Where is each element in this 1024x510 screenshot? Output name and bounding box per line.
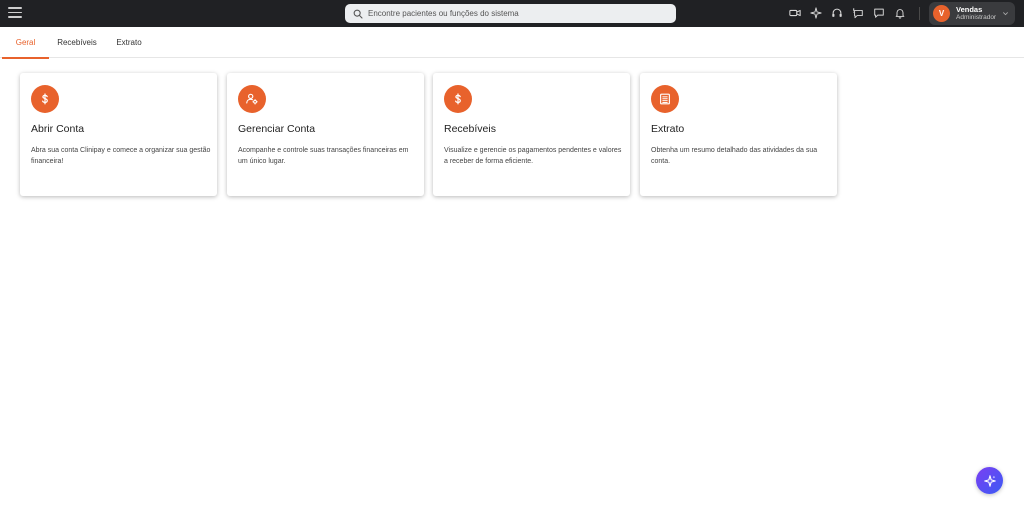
sparkle-assistant-icon [983,474,996,487]
assistant-fab-button[interactable] [976,467,1003,494]
video-camera-icon[interactable] [788,6,802,20]
hamburger-menu-icon[interactable] [8,7,22,20]
chevron-down-icon [1003,12,1008,16]
dollar-icon [31,85,59,113]
card-title: Extrato [651,123,685,135]
user-settings-icon [238,85,266,113]
avatar: V [933,5,950,22]
card-description: Obtenha um resumo detalhado das atividad… [651,147,818,165]
card-title: Recebíveis [444,123,496,135]
card-title: Gerenciar Conta [238,123,316,135]
chat-alert-icon[interactable] [851,6,865,20]
search-bar[interactable] [345,4,676,23]
top-bar: V Vendas Administrador [0,0,1024,27]
card-description: Abra sua conta Clinipay e comece a organ… [31,147,211,165]
headset-icon[interactable] [830,6,844,20]
user-info: Vendas Administrador [956,4,997,22]
card-abrir-conta[interactable]: Abrir Conta Abra sua conta Clinipay e co… [20,73,217,196]
card-title: Abrir Conta [31,123,85,135]
top-icon-group [788,6,914,20]
user-role: Administrador [956,14,997,21]
tab-bar: Geral Recebíveis Extrato [0,27,1024,59]
user-menu[interactable]: V Vendas Administrador [929,2,1015,25]
card-description: Acompanhe e controle suas transações fin… [238,147,409,165]
user-name: Vendas [956,4,983,14]
topbar-divider [919,7,920,20]
bell-icon[interactable] [893,6,907,20]
tab-extrato[interactable]: Extrato [110,27,148,58]
card-recebiveis[interactable]: Recebíveis Visualize e gerencie os pagam… [433,73,630,196]
tab-geral[interactable]: Geral [2,27,49,59]
search-input[interactable] [368,9,668,18]
card-gerenciar-conta[interactable]: Gerenciar Conta Acompanhe e controle sua… [227,73,424,196]
document-list-icon [651,85,679,113]
search-icon [353,9,363,19]
dollar-icon [444,85,472,113]
tab-recebiveis[interactable]: Recebíveis [53,27,101,58]
card-extrato[interactable]: Extrato Obtenha um resumo detalhado das … [640,73,837,196]
sparkle-icon[interactable] [809,6,823,20]
card-description: Visualize e gerencie os pagamentos pende… [444,147,622,165]
message-icon[interactable] [872,6,886,20]
